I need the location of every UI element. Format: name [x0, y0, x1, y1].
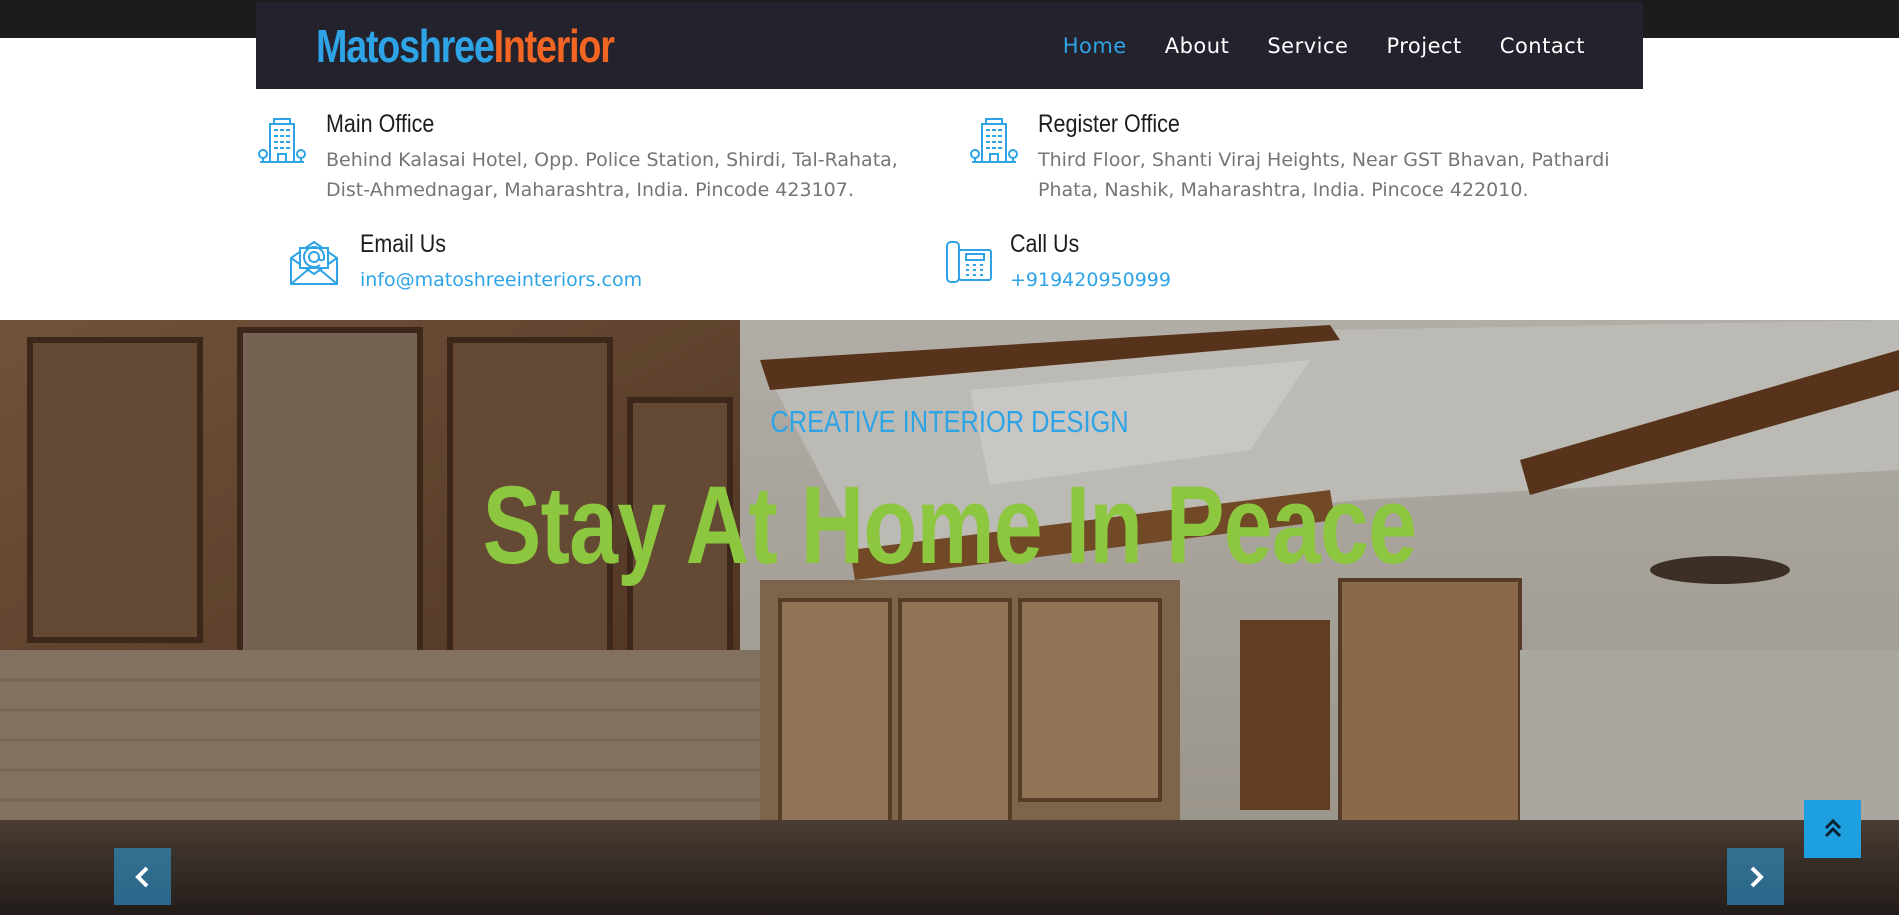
building-icon [970, 118, 1018, 163]
register-office-address-line-1: Third Floor, Shanti Viraj Heights, Near … [1038, 149, 1610, 171]
phone-link[interactable]: +919420950999 [1010, 265, 1171, 295]
scroll-to-top-button[interactable] [1804, 800, 1861, 858]
phone-title: Call Us [1010, 230, 1080, 258]
email-block: Email Us info@matoshreeinteriors.com [288, 230, 642, 295]
telephone-icon [946, 241, 992, 283]
hero-subtitle: CREATIVE INTERIOR DESIGN [770, 404, 1129, 439]
chevron-right-icon [1750, 866, 1764, 887]
nav-service[interactable]: Service [1267, 34, 1348, 58]
register-office-block: Register Office Third Floor, Shanti Vira… [968, 110, 1610, 205]
email-link[interactable]: info@matoshreeinteriors.com [360, 265, 642, 295]
envelope-icon [290, 240, 338, 285]
main-office-title: Main Office [326, 110, 435, 138]
slider-prev-button[interactable] [114, 848, 171, 905]
main-office-address-line-2: Dist-Ahmednagar, Maharashtra, India. Pin… [326, 179, 854, 201]
email-title: Email Us [360, 230, 447, 258]
register-office-title: Register Office [1038, 110, 1180, 138]
main-office-block: Main Office Behind Kalasai Hotel, Opp. P… [256, 110, 898, 205]
main-nav: Home About Service Project Contact [1025, 34, 1585, 58]
nav-home[interactable]: Home [1063, 34, 1127, 58]
building-icon [258, 118, 306, 163]
chevron-left-icon [134, 866, 148, 887]
main-office-address-line-1: Behind Kalasai Hotel, Opp. Police Statio… [326, 149, 898, 171]
slider-next-button[interactable] [1727, 848, 1784, 905]
logo[interactable]: MatoshreeInterior [316, 19, 615, 73]
phone-block: Call Us +919420950999 [944, 230, 1171, 295]
nav-project[interactable]: Project [1386, 34, 1461, 58]
logo-part-1: Matoshree [316, 19, 495, 72]
nav-contact[interactable]: Contact [1500, 34, 1585, 58]
navbar: MatoshreeInterior Home About Service Pro… [256, 2, 1643, 89]
nav-about[interactable]: About [1165, 34, 1230, 58]
register-office-address-line-2: Phata, Nashik, Maharashtra, India. Pinco… [1038, 179, 1529, 201]
double-chevron-up-icon [1824, 818, 1841, 838]
logo-part-2: Interior [493, 19, 615, 72]
hero-title: Stay At Home In Peace [482, 464, 1417, 587]
